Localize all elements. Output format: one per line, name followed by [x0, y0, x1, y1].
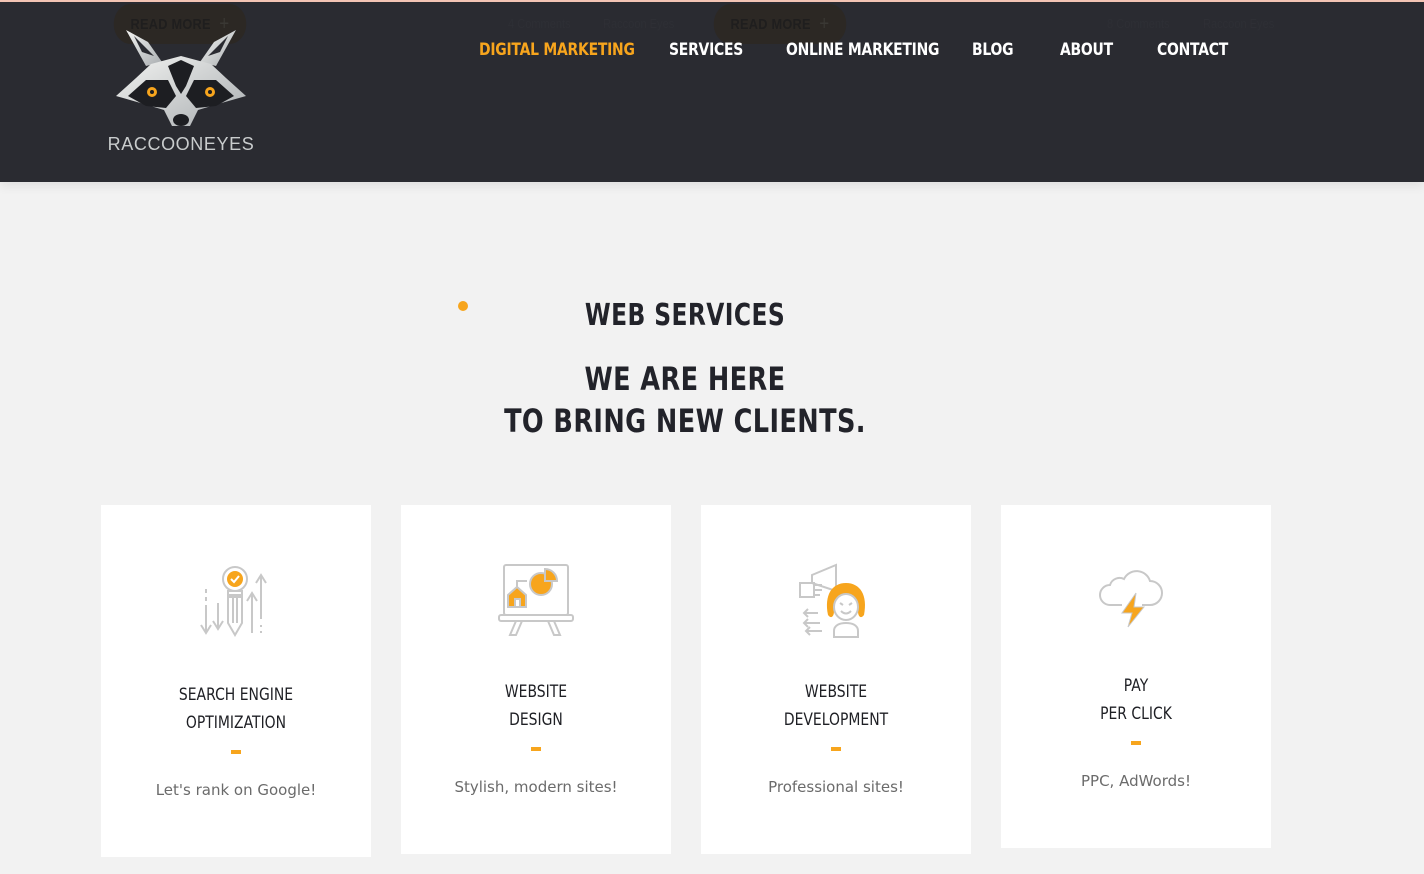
card-title: PAY PER CLICK: [1025, 672, 1246, 728]
card-description: Let's rank on Google!: [155, 781, 317, 799]
cloud-lightning-icon: [1001, 563, 1271, 639]
card-description: Professional sites!: [768, 778, 904, 796]
card-title-line-2: PER CLICK: [1100, 704, 1172, 724]
accent-dash: [231, 750, 241, 754]
card-title-line-1: WEBSITE: [504, 682, 568, 702]
card-title-line-1: PAY: [1123, 676, 1149, 696]
section-headline: WE ARE HERE TO BRING NEW CLIENTS.: [137, 358, 1233, 442]
card-title: WEBSITE DESIGN: [425, 678, 646, 734]
nav-item-about[interactable]: ABOUT: [1060, 40, 1140, 60]
card-title-line-1: WEBSITE: [804, 682, 868, 702]
headline-line-2: TO BRING NEW CLIENTS.: [504, 402, 866, 440]
nav-item-online-marketing[interactable]: ONLINE MARKETING: [786, 40, 939, 60]
card-title-line-2: DEVELOPMENT: [783, 710, 889, 730]
top-border: [0, 0, 1424, 2]
ghost-author: Raccoon Eyes: [603, 16, 675, 31]
accent-dash: [531, 747, 541, 751]
service-card-pay-per-click[interactable]: PAY PER CLICK PPC, AdWords!: [1001, 505, 1271, 848]
headline-line-1: WE ARE HERE: [584, 360, 786, 398]
presentation-board-icon: [401, 563, 671, 639]
card-description: PPC, AdWords!: [1080, 772, 1191, 790]
service-card-website-design[interactable]: WEBSITE DESIGN Stylish, modern sites!: [401, 505, 671, 854]
lightbulb-pencil-icon: [101, 563, 371, 639]
card-title: SEARCH ENGINE OPTIMIZATION: [125, 681, 346, 737]
raccoon-logo-icon: [116, 30, 246, 126]
logo-text: RACCOONEYES: [107, 134, 255, 154]
ghost-read-more-button[interactable]: READ MORE +: [713, 4, 847, 44]
ghost-comments-count: 4 Comments: [508, 16, 571, 31]
card-description: Stylish, modern sites!: [454, 778, 618, 796]
card-title-line-1: SEARCH ENGINE: [178, 685, 294, 705]
card-title-line-2: DESIGN: [509, 710, 563, 730]
plus-icon: +: [819, 12, 830, 35]
service-card-seo[interactable]: SEARCH ENGINE OPTIMIZATION Let's rank on…: [101, 505, 371, 857]
section-eyebrow: WEB SERVICES: [584, 298, 786, 333]
nav-item-services[interactable]: SERVICES: [669, 40, 765, 60]
accent-dash: [831, 747, 841, 751]
nav-item-contact[interactable]: CONTACT: [1157, 40, 1239, 60]
accent-dash: [1131, 741, 1141, 745]
read-more-label: READ MORE: [730, 15, 811, 33]
service-card-website-development[interactable]: WEBSITE DEVELOPMENT Professional sites!: [701, 505, 971, 854]
ghost-comments-count: 8 Comments: [1107, 16, 1170, 31]
card-title: WEBSITE DEVELOPMENT: [725, 678, 946, 734]
logo[interactable]: RACCOONEYES: [100, 26, 262, 155]
nav-item-blog[interactable]: BLOG: [972, 40, 1044, 60]
megaphone-person-icon: [701, 563, 971, 639]
ghost-author: Raccoon Eyes: [1203, 16, 1275, 31]
card-title-line-2: OPTIMIZATION: [185, 713, 287, 733]
nav-item-digital-marketing[interactable]: DIGITAL MARKETING: [479, 40, 635, 60]
main-nav: DIGITAL MARKETING SERVICES ONLINE MARKET…: [479, 40, 1257, 60]
